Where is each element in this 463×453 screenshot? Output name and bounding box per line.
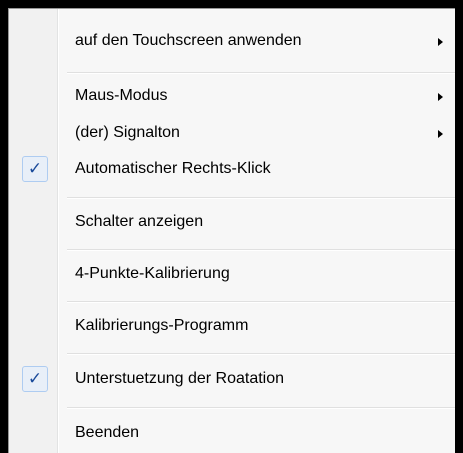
menu-separator	[67, 301, 455, 303]
menu-separator	[67, 197, 455, 199]
submenu-arrow-icon	[438, 130, 443, 138]
menu-item-auto-right-click[interactable]: ✓ Automatischer Rechts-Klick	[9, 155, 455, 185]
menu-item-exit[interactable]: Beenden	[9, 419, 455, 449]
menu-separator	[67, 72, 455, 74]
checkmark-icon: ✓	[27, 369, 43, 389]
menu-separator	[67, 249, 455, 251]
menu-item-label: Automatischer Rechts-Klick	[75, 160, 271, 177]
menu-item-rotation-support[interactable]: ✓ Unterstuetzung der Roatation	[9, 365, 455, 395]
menu-separator	[67, 407, 455, 409]
menu-item-beep[interactable]: (der) Signalton	[9, 119, 455, 149]
submenu-arrow-icon	[438, 38, 443, 46]
checkmark-icon: ✓	[27, 159, 43, 179]
menu-item-label: Unterstuetzung der Roatation	[75, 370, 285, 387]
menu-item-calibration-program[interactable]: Kalibrierungs-Programm	[9, 312, 455, 342]
menu-item-mouse-mode[interactable]: Maus-Modus	[9, 82, 455, 112]
menu-item-4-point-calibration[interactable]: 4-Punkte-Kalibrierung	[9, 260, 455, 290]
submenu-arrow-icon	[438, 93, 443, 101]
menu-item-show-switch[interactable]: Schalter anzeigen	[9, 208, 455, 238]
menu-item-label: (der) Signalton	[75, 124, 180, 141]
checkmark-box: ✓	[22, 366, 48, 392]
context-menu: auf den Touchscreen anwenden Maus-Modus …	[8, 8, 455, 453]
menu-item-label: auf den Touchscreen anwenden	[75, 32, 302, 49]
menu-item-label: 4-Punkte-Kalibrierung	[75, 265, 230, 282]
menu-item-label: Beenden	[75, 424, 140, 441]
menu-item-label: Kalibrierungs-Programm	[75, 317, 249, 334]
menu-separator	[67, 353, 455, 355]
menu-item-apply-to-touchscreen[interactable]: auf den Touchscreen anwenden	[9, 27, 455, 57]
menu-item-label: Maus-Modus	[75, 87, 168, 104]
menu-item-label: Schalter anzeigen	[75, 213, 204, 230]
checkmark-box: ✓	[22, 156, 48, 182]
